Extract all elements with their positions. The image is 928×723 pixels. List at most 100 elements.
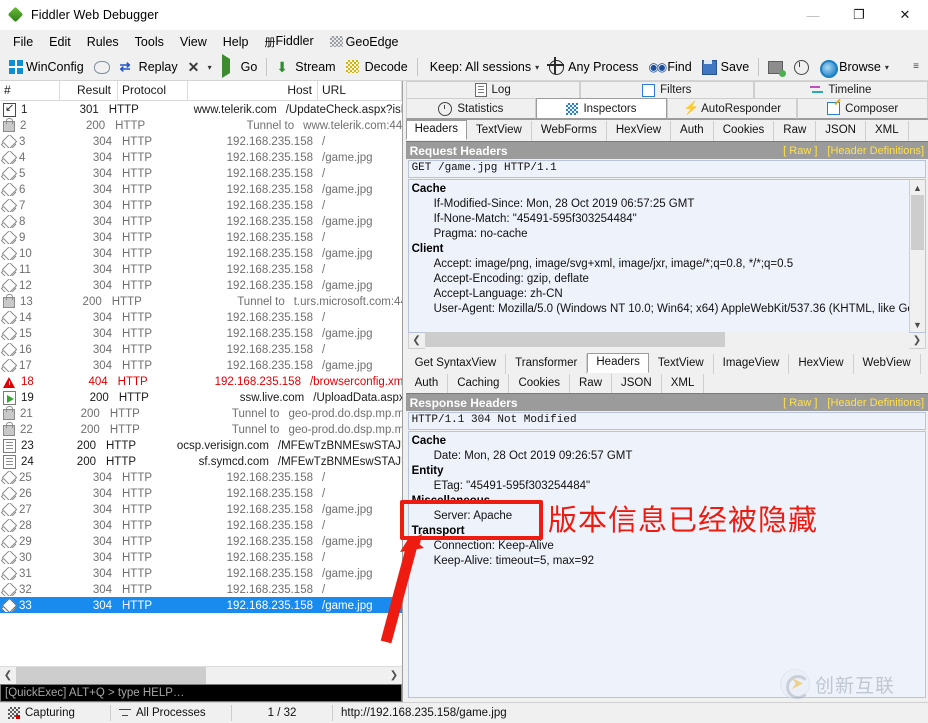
table-row[interactable]: 10 304 HTTP 192.168.235.158/game.jpg	[0, 245, 402, 261]
table-row[interactable]: 17 304 HTTP 192.168.235.158/game.jpg	[0, 357, 402, 373]
request-tab-webforms[interactable]: WebForms	[532, 121, 607, 141]
table-row[interactable]: 22 200 HTTP Tunnel to geo-prod.do.dsp.mp.mic…	[0, 421, 402, 437]
remove-button[interactable]: ✕ ▾	[183, 54, 217, 80]
comment-button[interactable]	[89, 54, 115, 80]
table-row[interactable]: 25 304 HTTP 192.168.235.158 /	[0, 469, 402, 485]
req-scroll-thumb[interactable]	[424, 332, 725, 347]
tab-composer[interactable]: Composer	[797, 98, 928, 119]
table-row[interactable]: 6 304 HTTP 192.168.235.158/game.jpg	[0, 181, 402, 197]
request-headers-list[interactable]: Cache If-Modified-Since: Mon, 28 Oct 2019…	[407, 179, 926, 333]
tab-autoresponder[interactable]: ⚡ AutoResponder	[666, 98, 798, 119]
response-tab-caching[interactable]: Caching	[448, 374, 510, 393]
table-row[interactable]: 33 304 HTTP 192.168.235.158/game.jpg	[0, 597, 402, 613]
table-row[interactable]: 16 304 HTTP 192.168.235.158 /	[0, 341, 402, 357]
process-filter-status[interactable]: All Processes	[111, 703, 231, 723]
request-tab-hexview[interactable]: HexView	[607, 121, 672, 141]
stream-button[interactable]: ⬇ Stream	[271, 54, 340, 80]
table-row[interactable]: 30 304 HTTP 192.168.235.158 /	[0, 549, 402, 565]
table-row[interactable]: 7 304 HTTP 192.168.235.158 /	[0, 197, 402, 213]
response-tab-get-syntaxview[interactable]: Get SyntaxView	[406, 354, 507, 374]
table-row[interactable]: 19 200 HTTP ssw.live.com/UploadData.aspx	[0, 389, 402, 405]
table-row[interactable]: 8 304 HTTP 192.168.235.158/game.jpg	[0, 213, 402, 229]
response-tab-cookies[interactable]: Cookies	[509, 374, 570, 393]
menu-tools[interactable]: Tools	[127, 33, 172, 51]
table-row[interactable]: 4 304 HTTP 192.168.235.158/game.jpg	[0, 149, 402, 165]
find-button[interactable]: ◉◉ Find	[643, 54, 696, 80]
menu-geoedge[interactable]: GeoEdge	[322, 33, 407, 51]
request-vertical-scrollbar[interactable]: ▲ ▼	[909, 180, 925, 332]
menu-rules[interactable]: Rules	[79, 33, 127, 51]
decode-button[interactable]: Decode	[341, 54, 413, 80]
browse-button[interactable]: Browse ▾	[815, 54, 894, 80]
request-tab-auth[interactable]: Auth	[671, 121, 714, 141]
scroll-thumb[interactable]	[16, 667, 206, 684]
go-button[interactable]: Go	[217, 54, 263, 80]
tab-statistics[interactable]: Statistics	[405, 98, 537, 119]
table-row[interactable]: 32 304 HTTP 192.168.235.158 /	[0, 581, 402, 597]
menu-fiddler[interactable]: 册Fiddler	[256, 32, 321, 52]
table-row[interactable]: 15 304 HTTP 192.168.235.158/game.jpg	[0, 325, 402, 341]
maximize-button[interactable]: ❐	[836, 0, 882, 30]
menu-file[interactable]: File	[5, 33, 41, 51]
request-tab-cookies[interactable]: Cookies	[714, 121, 775, 141]
keep-sessions-dropdown[interactable]: Keep: All sessions ▾	[422, 54, 544, 80]
table-row[interactable]: 3 304 HTTP 192.168.235.158 /	[0, 133, 402, 149]
menu-view[interactable]: View	[172, 33, 215, 51]
response-tab-json[interactable]: JSON	[612, 374, 662, 393]
response-tab-xml[interactable]: XML	[662, 374, 705, 393]
table-row[interactable]: 31 304 HTTP 192.168.235.158/game.jpg	[0, 565, 402, 581]
column-header-result[interactable]: Result	[60, 81, 118, 100]
tab-inspectors[interactable]: Inspectors	[536, 98, 667, 119]
column-header-host[interactable]: Host	[188, 81, 318, 100]
table-row[interactable]: 18 404 HTTP 192.168.235.158/browserconfig.x…	[0, 373, 402, 389]
menu-help[interactable]: Help	[215, 33, 257, 51]
request-header-definitions-link[interactable]: [Header Definitions]	[827, 145, 924, 157]
scroll-down-icon[interactable]: ▼	[910, 317, 925, 332]
table-row[interactable]: 12 304 HTTP 192.168.235.158/game.jpg	[0, 277, 402, 293]
save-button[interactable]: Save	[697, 54, 755, 80]
table-row[interactable]: 5 304 HTTP 192.168.235.158 /	[0, 165, 402, 181]
response-raw-link[interactable]: [ Raw ]	[783, 397, 817, 409]
column-header-protocol[interactable]: Protocol	[118, 81, 188, 100]
req-scroll-left-icon[interactable]: ❮	[408, 333, 425, 348]
request-tab-raw[interactable]: Raw	[774, 121, 817, 141]
response-tab-hexview[interactable]: HexView	[789, 354, 854, 374]
screenshot-button[interactable]	[763, 54, 789, 80]
scroll-left-icon[interactable]: ❮	[0, 667, 16, 684]
sessions-horizontal-scrollbar[interactable]: ❮ ❯	[0, 666, 402, 684]
table-row[interactable]: 24 200 HTTP sf.symcd.com/MFEwTzBNMEswSTAJBg…	[0, 453, 402, 469]
req-scroll-track[interactable]	[424, 332, 909, 349]
request-tab-xml[interactable]: XML	[866, 121, 909, 141]
winconfig-button[interactable]: WinConfig	[4, 54, 89, 80]
req-scroll-right-icon[interactable]: ❯	[909, 333, 925, 348]
quickexec-input[interactable]: [QuickExec] ALT+Q > type HELP…	[0, 684, 402, 702]
response-tab-headers[interactable]: Headers	[587, 353, 649, 373]
request-tab-json[interactable]: JSON	[816, 121, 866, 141]
response-tab-transformer[interactable]: Transformer	[506, 354, 588, 374]
response-headers-list[interactable]: Cache Date: Mon, 28 Oct 2019 09:26:57 GMT…	[407, 431, 926, 698]
table-row[interactable]: 2 200 HTTP Tunnel to www.telerik.com:443	[0, 117, 402, 133]
capturing-status[interactable]: Capturing	[0, 703, 110, 723]
request-tab-textview[interactable]: TextView	[467, 121, 532, 141]
close-button[interactable]: ✕	[882, 0, 928, 30]
request-raw-link[interactable]: [ Raw ]	[783, 145, 817, 157]
response-tab-auth[interactable]: Auth	[406, 374, 449, 393]
response-tab-imageview[interactable]: ImageView	[714, 354, 790, 374]
table-row[interactable]: 13 200 HTTP Tunnel to t.urs.microsoft.com:44…	[0, 293, 402, 309]
table-row[interactable]: 27 304 HTTP 192.168.235.158/game.jpg	[0, 501, 402, 517]
response-tab-textview[interactable]: TextView	[649, 354, 714, 374]
toolbar-overflow-button[interactable]: ≡	[908, 56, 924, 76]
table-row[interactable]: 1 301 HTTP www.telerik.com/UpdateCheck.aspx…	[0, 101, 402, 117]
timer-button[interactable]	[789, 54, 815, 80]
table-row[interactable]: 21 200 HTTP Tunnel to geo-prod.do.dsp.mp.mic…	[0, 405, 402, 421]
response-header-definitions-link[interactable]: [Header Definitions]	[827, 397, 924, 409]
scroll-right-icon[interactable]: ❯	[386, 667, 402, 684]
minimize-button[interactable]: —	[790, 0, 836, 30]
table-row[interactable]: 29 304 HTTP 192.168.235.158/game.jpg	[0, 533, 402, 549]
response-tab-webview[interactable]: WebView	[854, 354, 921, 374]
tab-timeline[interactable]: Timeline	[753, 81, 928, 98]
table-row[interactable]: 23 200 HTTP ocsp.verisign.com/MFEwTzBNMEswS…	[0, 437, 402, 453]
column-header-url[interactable]: URL	[318, 81, 402, 100]
any-process-button[interactable]: Any Process	[544, 54, 643, 80]
request-tab-headers[interactable]: Headers	[405, 120, 468, 140]
